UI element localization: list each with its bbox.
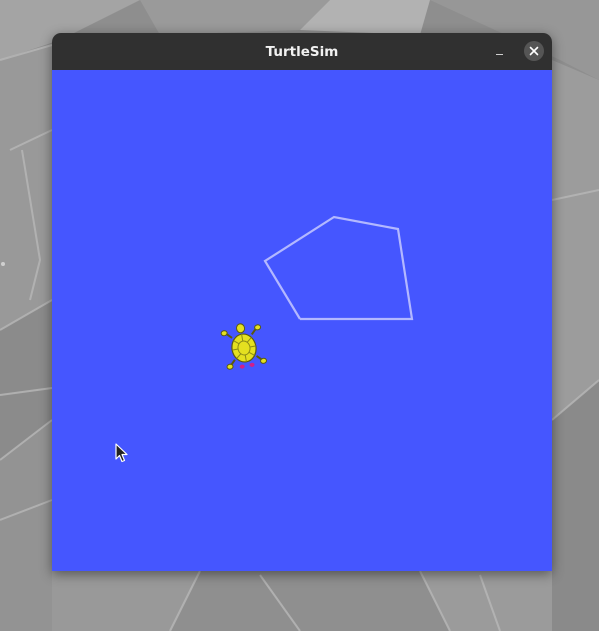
mouse-pointer-icon <box>115 443 128 463</box>
close-button[interactable] <box>524 41 544 61</box>
window-title: TurtleSim <box>265 44 339 60</box>
close-icon <box>529 46 539 56</box>
turtle-canvas[interactable] <box>52 70 552 571</box>
pen-trail <box>263 215 414 321</box>
turtlesim-window: TurtleSim <box>52 33 552 571</box>
title-bar[interactable]: TurtleSim <box>52 33 552 70</box>
minimize-icon <box>496 54 503 55</box>
minimize-button[interactable] <box>489 42 509 62</box>
turtle-icon <box>220 323 268 370</box>
